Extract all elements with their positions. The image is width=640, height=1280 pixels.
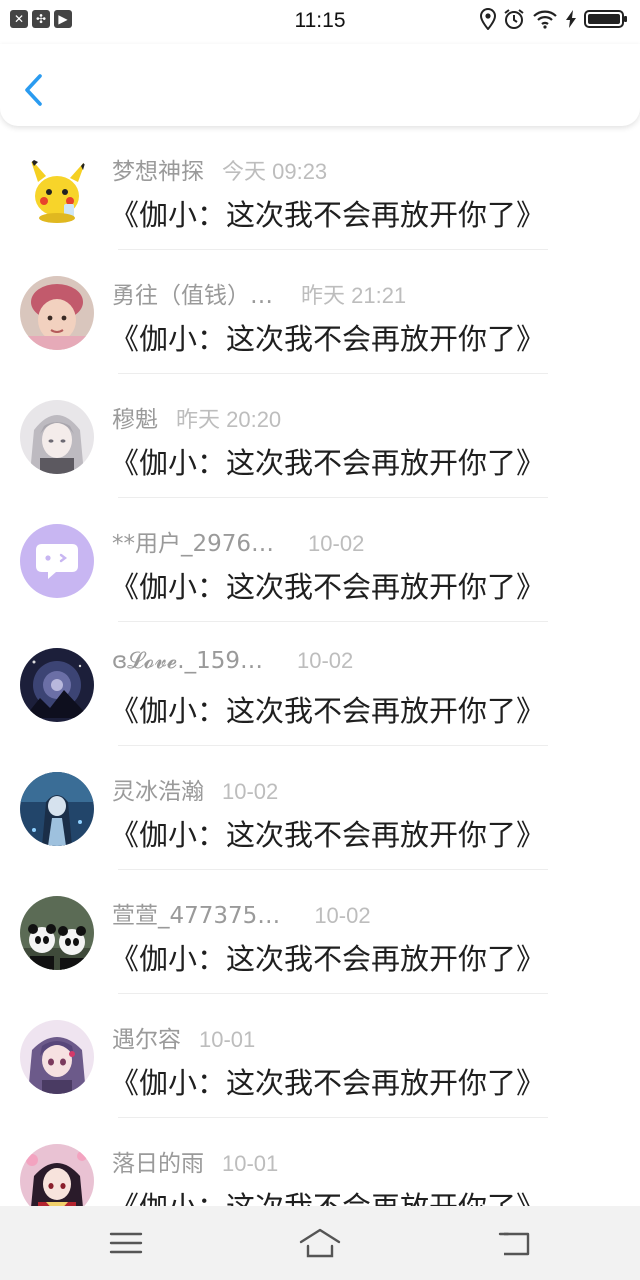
message-list: 梦想神探 今天 09:23 《伽小：这次我不会再放开你了》 勇往（值钱）… 昨天… [0,126,640,1206]
timestamp: 10-02 [308,531,365,556]
story-title: 《伽小：这次我不会再放开你了》 [110,446,546,480]
back-nav-button[interactable] [494,1226,538,1260]
nav-bar [0,44,640,126]
list-item[interactable]: 萱萱_477375… 10-02 《伽小：这次我不会再放开你了》 [0,870,640,994]
story-title: 《伽小：这次我不会再放开你了》 [110,942,546,976]
system-navigation-bar [0,1206,640,1280]
timestamp: 10-02 [222,779,279,804]
story-title: 《伽小：这次我不会再放开你了》 [110,1066,546,1100]
list-item[interactable]: 勇往（值钱）… 昨天 21:21 《伽小：这次我不会再放开你了》 [0,250,640,374]
user-name: 梦想神探 [112,159,204,185]
item-meta: 落日的雨 10-01 [112,1144,278,1178]
timestamp: 10-02 [296,648,354,673]
home-icon [299,1228,341,1258]
timestamp: 昨天 21:21 [301,283,407,308]
user-name: ɞ𝓛𝓸𝓿𝓮._159… [112,648,263,674]
story-title: 《伽小：这次我不会再放开你了》 [110,322,546,356]
story-title: 《伽小：这次我不会再放开你了》 [110,694,546,728]
pikachu-avatar[interactable] [20,152,94,226]
red-anime-girl-avatar[interactable] [20,1144,94,1206]
timestamp: 昨天 20:20 [176,407,282,432]
list-item[interactable]: 梦想神探 今天 09:23 《伽小：这次我不会再放开你了》 [0,126,640,250]
wifi-icon [533,10,557,29]
menu-button[interactable] [104,1226,148,1260]
list-item[interactable]: **用户_2976… 10-02 《伽小：这次我不会再放开你了》 [0,498,640,622]
timestamp: 10-01 [222,1151,279,1176]
back-icon [498,1232,530,1256]
item-meta: 梦想神探 今天 09:23 [112,152,327,186]
list-item[interactable]: 落日的雨 10-01 《伽小：这次我不会再放开你了》 [0,1118,640,1206]
purple-anime-girl-avatar[interactable] [20,1020,94,1094]
user-name: **用户_2976… [112,531,275,557]
list-item[interactable]: 穆魁 昨天 20:20 《伽小：这次我不会再放开你了》 [0,374,640,498]
story-title: 《伽小：这次我不会再放开你了》 [110,1184,545,1206]
item-meta: 遇尔容 10-01 [112,1020,255,1054]
blue-anime-girl-avatar[interactable] [20,772,94,846]
baby-pink-hat-avatar[interactable] [20,276,94,350]
menu-icon [109,1232,143,1254]
location-icon [480,8,496,30]
user-name: 遇尔容 [112,1027,181,1053]
timestamp: 10-01 [199,1027,256,1052]
story-title: 《伽小：这次我不会再放开你了》 [110,198,546,232]
alarm-icon [504,9,524,29]
story-title: 《伽小：这次我不会再放开你了》 [110,818,546,852]
item-meta: 萱萱_477375… 10-02 [112,896,371,930]
timestamp: 今天 09:23 [222,159,328,184]
story-title: 《伽小：这次我不会再放开你了》 [110,570,546,604]
home-button[interactable] [298,1226,342,1260]
user-name: 萱萱_477375… [112,903,281,929]
chat-bubble-default-avatar[interactable] [20,524,94,598]
item-meta: 穆魁 昨天 20:20 [112,400,281,434]
chevron-left-icon [25,74,42,106]
user-name: 落日的雨 [112,1151,204,1177]
charging-icon [566,10,576,28]
list-item[interactable]: ɞ𝓛𝓸𝓿𝓮._159… 10-02 《伽小：这次我不会再放开你了》 [0,622,640,746]
item-meta: 灵冰浩瀚 10-02 [112,772,278,806]
user-name: 勇往（值钱）… [112,283,273,309]
pandas-avatar[interactable] [20,896,94,970]
status-bar: ✕ ✣ ▶ 11:15 [0,0,640,44]
battery-icon [584,10,627,28]
item-meta: 勇往（值钱）… 昨天 21:21 [112,276,406,310]
user-name: 灵冰浩瀚 [112,779,204,805]
list-item[interactable]: 灵冰浩瀚 10-02 《伽小：这次我不会再放开你了》 [0,746,640,870]
timestamp: 10-02 [314,903,371,928]
list-item[interactable]: 遇尔容 10-01 《伽小：这次我不会再放开你了》 [0,994,640,1118]
user-name: 穆魁 [112,407,158,433]
anime-white-hair-avatar[interactable] [20,400,94,474]
dark-night-avatar[interactable] [20,648,94,722]
back-button[interactable] [18,70,52,110]
status-bar-system-icons [480,8,628,30]
item-meta: ɞ𝓛𝓸𝓿𝓮._159… 10-02 [112,648,353,674]
item-meta: **用户_2976… 10-02 [112,524,364,558]
